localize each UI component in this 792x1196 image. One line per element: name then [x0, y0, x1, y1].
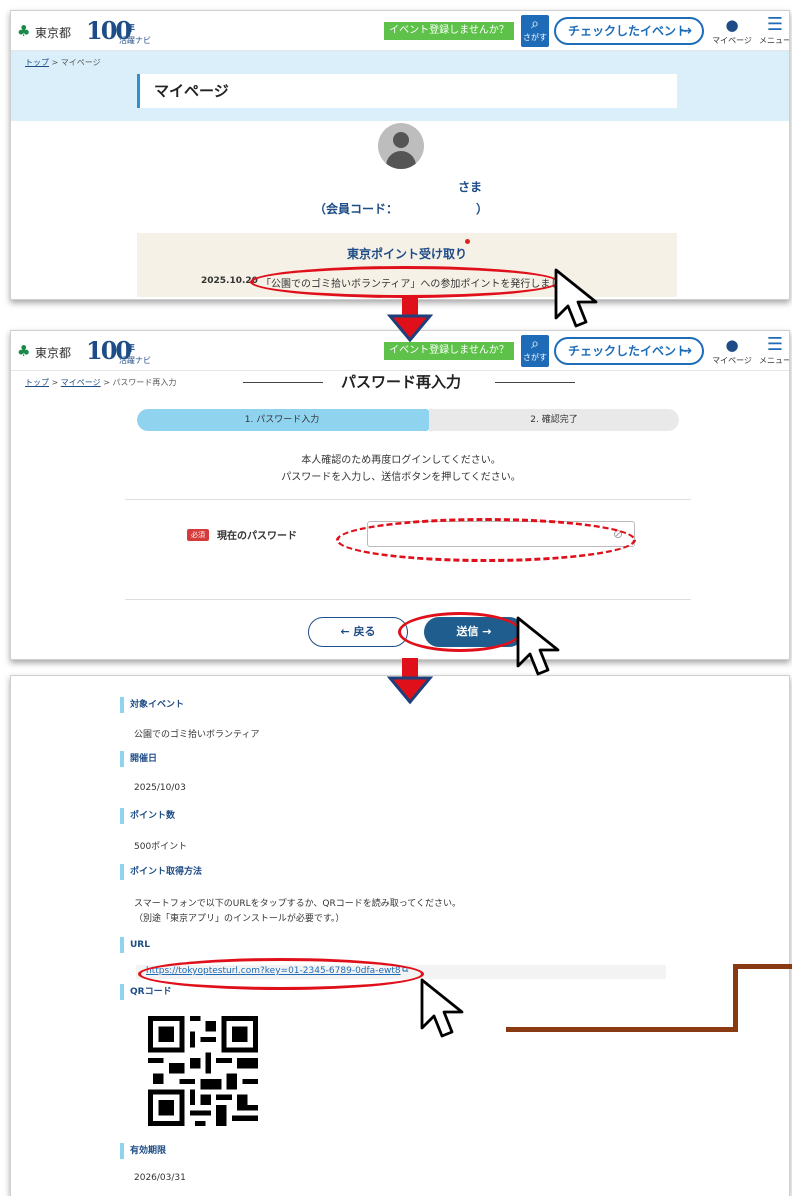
user-icon: ●: [725, 336, 739, 354]
mypage-button[interactable]: ● マイページ: [712, 15, 752, 47]
mypage-button[interactable]: ● マイページ: [712, 335, 752, 367]
logo-city: 東京都: [35, 26, 72, 40]
logo-sub: 活躍ナビ: [119, 356, 151, 365]
logo-sub: 活躍ナビ: [119, 36, 151, 45]
points-value: 500ポイント: [134, 842, 188, 852]
pointer-cursor-icon: [516, 616, 560, 676]
breadcrumb: トップ > マイページ: [25, 57, 101, 68]
points-heading: ポイント数: [120, 808, 175, 824]
info-line-2: パスワードを入力し、送信ボタンを押してください。: [281, 472, 521, 483]
expiry-heading: 有効期限: [120, 1143, 166, 1159]
mypage-panel: ♣ 東京都 100 年 活躍ナビ イベント登録しませんか？ ⌕ さがす チェック…: [10, 10, 790, 300]
submit-highlight: [398, 612, 522, 652]
expiry-value: 2026/03/31: [134, 1173, 186, 1183]
arrow-right-icon: →: [680, 23, 692, 39]
required-badge: 必須: [187, 529, 209, 541]
notice-highlight: [250, 266, 560, 298]
arrow-right-icon: →: [680, 343, 692, 359]
unread-dot: [465, 239, 470, 244]
menu-label: メニュー: [759, 356, 790, 365]
checked-events-label: チェックしたイベント: [568, 24, 689, 38]
pointer-cursor-icon: [420, 978, 464, 1038]
connector-line: [733, 964, 792, 969]
hamburger-icon: ☰: [766, 334, 784, 355]
mypage-label: マイページ: [712, 36, 752, 45]
back-button[interactable]: ← 戻る: [308, 617, 408, 647]
checked-events-button[interactable]: チェックしたイベント →: [554, 17, 704, 45]
event-value: 公園でのゴミ拾いボランティア: [134, 730, 260, 740]
logo-nen: 年: [126, 344, 136, 354]
method-heading: ポイント取得方法: [120, 864, 202, 880]
qr-code-image[interactable]: [148, 1016, 258, 1126]
url-heading: URL: [120, 937, 150, 953]
password-highlight: [336, 518, 636, 562]
mypage-label: マイページ: [712, 356, 752, 365]
site-header: ♣ 東京都 100 年 活躍ナビ イベント登録しませんか？ ⌕ さがす チェック…: [11, 11, 790, 51]
form-divider: [125, 499, 691, 500]
member-code-close: ）: [476, 202, 489, 216]
step-1-active: 1. パスワード入力: [137, 409, 427, 431]
breadcrumb-separator: >: [51, 58, 59, 67]
pointer-cursor-icon: [554, 268, 598, 328]
hamburger-icon: ☰: [766, 14, 784, 35]
page-title: マイページ: [137, 74, 677, 108]
step-2: 2. 確認完了: [429, 409, 679, 431]
step-arrow-down-icon: [386, 658, 434, 705]
method-line-1: スマートフォンで以下のURLをタップするか、QRコードを読み取ってください。: [134, 899, 462, 909]
search-button[interactable]: ⌕ さがす: [521, 15, 549, 47]
tutorial-composite: { "headline": "上段が見切れているため本文なし", "header…: [0, 0, 792, 1196]
menu-button[interactable]: ☰ メニュー: [759, 334, 790, 367]
page-title: パスワード再入力: [340, 373, 461, 391]
logo-nen: 年: [126, 24, 136, 34]
qr-heading: QRコード: [120, 984, 172, 1000]
checked-events-button[interactable]: チェックしたイベント →: [554, 337, 704, 365]
breadcrumb-current: マイページ: [60, 58, 101, 67]
date-value: 2025/10/03: [134, 783, 186, 793]
menu-button[interactable]: ☰ メニュー: [759, 14, 790, 47]
register-event-banner[interactable]: イベント登録しませんか？: [384, 342, 514, 360]
user-icon: ●: [725, 16, 739, 34]
menu-label: メニュー: [759, 36, 790, 45]
search-icon: ⌕: [531, 16, 539, 32]
event-heading: 対象イベント: [120, 697, 184, 713]
connector-line: [733, 964, 738, 1032]
info-line-1: 本人確認のため再度ログインしてください。: [301, 455, 501, 466]
search-label: さがす: [523, 353, 547, 362]
avatar: [378, 123, 424, 169]
search-button[interactable]: ⌕ さがす: [521, 335, 549, 367]
tree-logo-icon: ♣: [17, 22, 31, 40]
step-arrow-down-icon: [386, 296, 434, 343]
connector-line: [506, 1027, 738, 1032]
search-label: さがす: [523, 33, 547, 42]
points-title: 東京ポイント受け取り: [346, 247, 467, 261]
name-suffix: さま: [458, 180, 483, 194]
url-highlight: [138, 958, 424, 990]
date-heading: 開催日: [120, 751, 157, 767]
tree-logo-icon: ♣: [17, 342, 31, 360]
form-divider: [125, 599, 691, 600]
password-panel: ♣ 東京都 100 年 活躍ナビ イベント登録しませんか？ ⌕ さがす チェック…: [10, 330, 790, 660]
title-rule-right: [495, 382, 575, 383]
checked-events-label: チェックしたイベント: [568, 344, 689, 358]
member-code-label: （会員コード：: [314, 202, 399, 216]
method-line-2: （別途「東京アプリ」のインストールが必要です。）: [134, 914, 345, 924]
search-icon: ⌕: [531, 336, 539, 352]
register-event-banner[interactable]: イベント登録しませんか？: [384, 22, 514, 40]
logo-city: 東京都: [35, 346, 72, 360]
breadcrumb-top-link[interactable]: トップ: [25, 58, 49, 67]
password-label: 現在のパスワード: [217, 531, 297, 542]
